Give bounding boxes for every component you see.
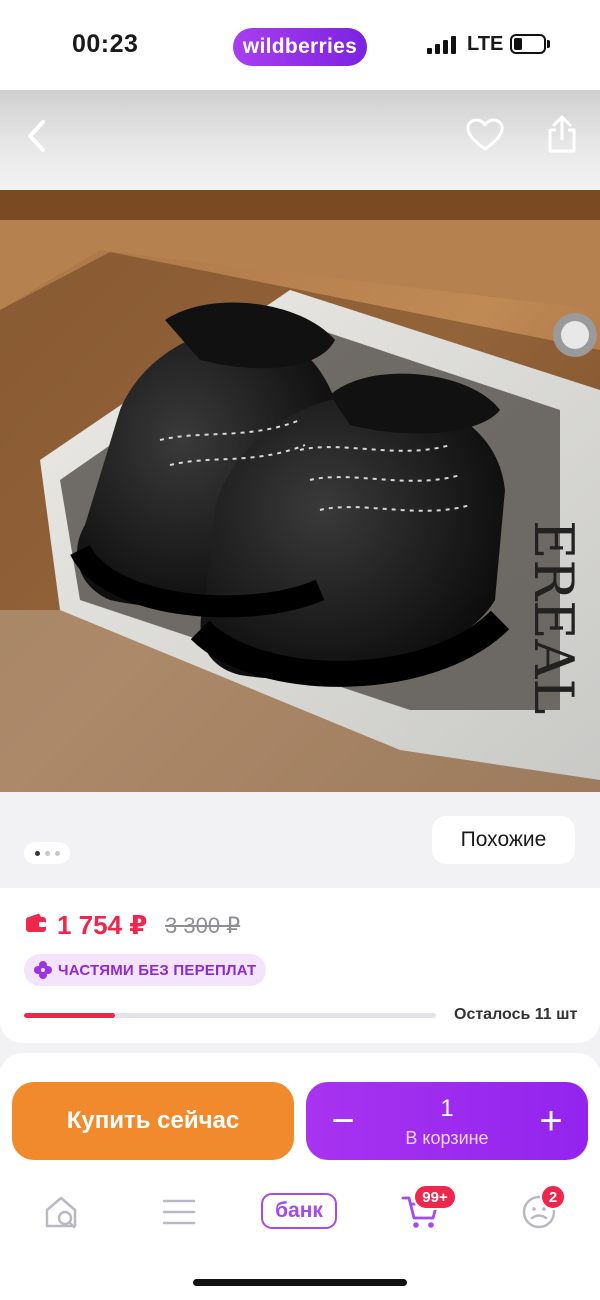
chevron-left-icon <box>28 120 45 152</box>
current-price: 1 754 ₽ <box>57 910 148 940</box>
cart-badge: 99+ <box>413 1184 457 1210</box>
buy-now-button[interactable]: Купить сейчас <box>12 1082 294 1160</box>
home-search-icon <box>45 1196 77 1229</box>
product-header <box>0 90 600 190</box>
heart-icon <box>466 118 504 151</box>
similar-button[interactable]: Похожие <box>432 816 575 864</box>
profile-badge: 2 <box>540 1184 566 1210</box>
status-time: 00:23 <box>72 30 139 58</box>
tab-catalog[interactable] <box>155 1188 203 1236</box>
pagination-dot <box>54 850 60 856</box>
pagination-dot <box>34 850 40 856</box>
battery-tip <box>547 40 550 48</box>
menu-icon <box>162 1199 196 1225</box>
flower-icon <box>34 961 52 979</box>
tab-bank[interactable]: банк <box>261 1193 337 1229</box>
stock-progress-fill <box>24 1013 115 1018</box>
gallery-pagination[interactable] <box>24 842 70 864</box>
brand-logo[interactable]: wildberries <box>233 28 367 66</box>
installments-badge[interactable]: ЧАСТЯМИ БЕЗ ПЕРЕПЛАТ <box>24 954 267 986</box>
network-label: LTE <box>467 33 504 55</box>
product-photo[interactable]: EREAL <box>0 190 600 792</box>
cart-stepper: − 1 В корзине + <box>306 1082 588 1160</box>
share-button[interactable] <box>538 110 586 158</box>
pagination-dot <box>44 850 50 856</box>
back-button[interactable] <box>14 112 62 160</box>
installments-label: ЧАСТЯМИ БЕЗ ПЕРЕПЛАТ <box>58 961 257 979</box>
tab-home[interactable] <box>37 1188 85 1236</box>
share-icon <box>548 115 576 153</box>
favorite-button[interactable] <box>461 111 509 159</box>
stock-remaining: Осталось 11 шт <box>454 1006 578 1023</box>
wallet-icon <box>26 913 46 932</box>
stock-progress <box>24 1013 436 1018</box>
old-price: 3 300 ₽ <box>165 913 241 938</box>
battery-icon <box>510 34 546 54</box>
signal-icon <box>427 36 456 54</box>
home-indicator <box>193 1279 407 1286</box>
increase-quantity-button[interactable]: + <box>526 1096 576 1146</box>
product-image: EREAL <box>0 190 600 792</box>
svg-text:EREAL: EREAL <box>522 520 585 714</box>
